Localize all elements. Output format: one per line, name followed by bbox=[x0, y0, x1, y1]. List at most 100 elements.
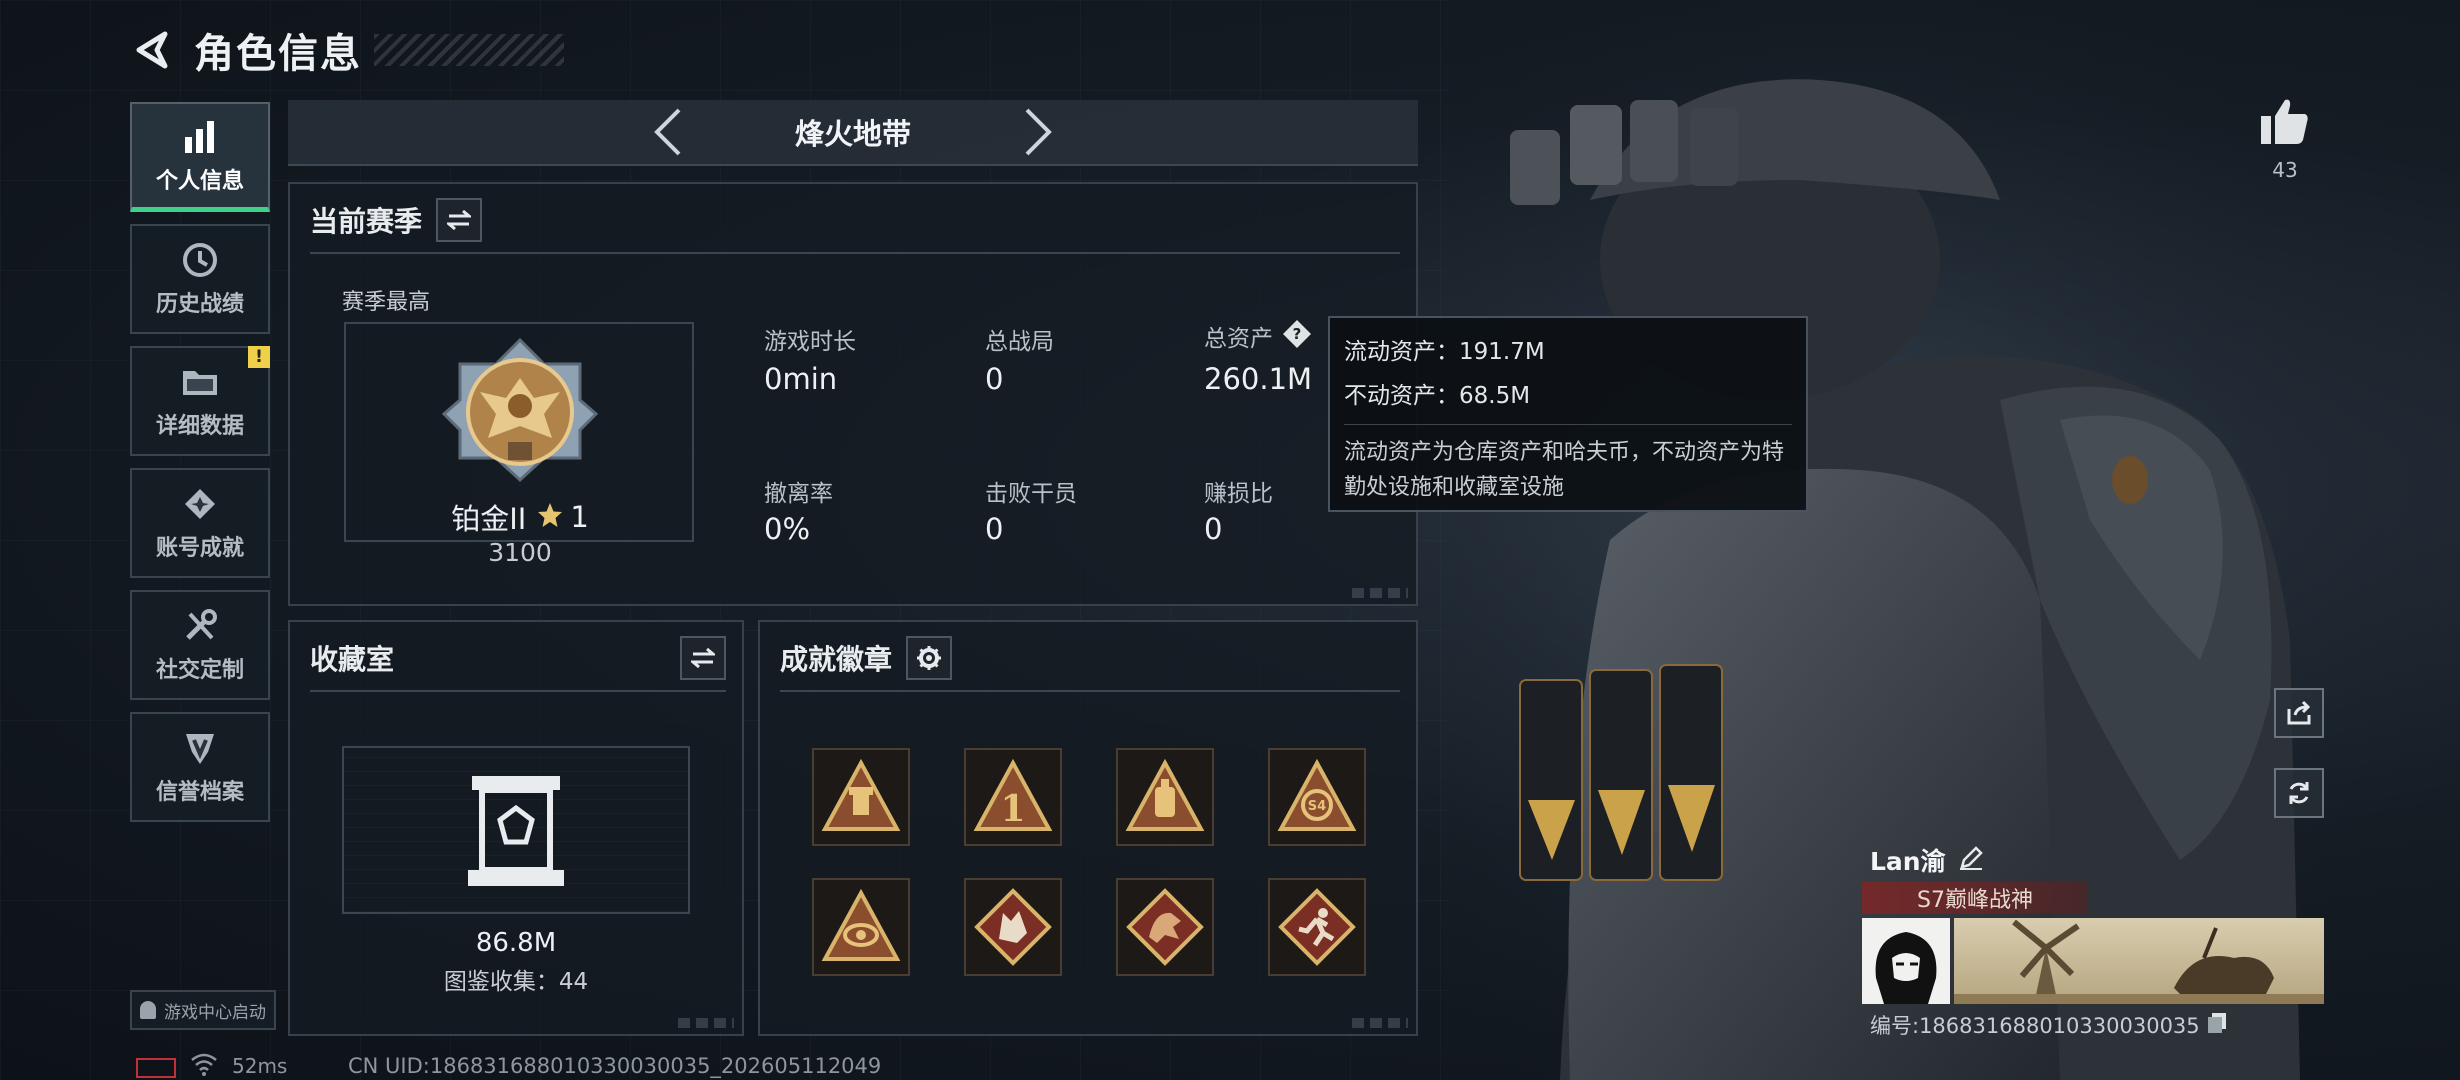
badges-settings-button[interactable] bbox=[906, 636, 953, 680]
mode-title: 烽火地带 bbox=[794, 117, 911, 151]
badge-s4-icon[interactable]: S4 bbox=[1268, 748, 1366, 846]
stat-label: 总战局 bbox=[985, 329, 1054, 355]
stat-label: 赚损比 bbox=[1204, 481, 1273, 507]
divider bbox=[310, 690, 726, 692]
swap-icon bbox=[691, 648, 715, 668]
copy-icon[interactable] bbox=[2206, 1011, 2228, 1039]
like-widget: 43 bbox=[2250, 96, 2320, 182]
sidebar-item-label: 账号成就 bbox=[155, 536, 244, 561]
sidebar-item-detailed-data[interactable]: ! 详细数据 bbox=[130, 346, 270, 456]
player-id: 编号:1868316880103300300​35 bbox=[1870, 1014, 2200, 1038]
rank-line: 铂金II 1 bbox=[440, 496, 600, 538]
name-card-banner[interactable] bbox=[1954, 918, 2324, 1004]
back-arrow-icon[interactable] bbox=[130, 27, 176, 73]
alert-badge: ! bbox=[248, 346, 270, 368]
badges-grid: 1 S4 bbox=[812, 748, 1366, 976]
badges-panel-title: 成就徽章 bbox=[780, 643, 893, 676]
player-name-row: Lan渝 bbox=[1870, 842, 1984, 878]
stat-label: 击败干员 bbox=[985, 481, 1077, 507]
refresh-icon bbox=[2289, 782, 2309, 804]
sidebar-item-personal-info[interactable]: 个人信息 bbox=[130, 102, 270, 212]
stat-value: 0min bbox=[764, 362, 838, 396]
sidebar-item-label: 信誉档案 bbox=[155, 780, 244, 805]
svg-text:?: ? bbox=[1293, 325, 1302, 343]
sidebar-item-reputation[interactable]: 信誉档案 bbox=[130, 712, 270, 822]
player-id-row: 编号:1868316880103300300​35 bbox=[1870, 1010, 2228, 1040]
page-title: 角色信息 bbox=[194, 31, 362, 77]
display-case-icon bbox=[468, 776, 564, 886]
game-center-launch-button[interactable]: 游戏中心启动 bbox=[130, 990, 276, 1030]
swap-icon bbox=[447, 210, 472, 230]
wifi-icon bbox=[190, 1052, 218, 1080]
player-name: Lan渝 bbox=[1870, 847, 1946, 876]
stat-value: 0% bbox=[764, 512, 811, 546]
stat-value: 0 bbox=[985, 362, 1004, 396]
divider bbox=[310, 252, 1400, 254]
season-panel-title: 当前赛季 bbox=[310, 205, 423, 238]
season-panel: 当前赛季 赛季最高 铂金II 1 3100 游戏时长 0min 总战局 0 总资… bbox=[288, 182, 1418, 606]
like-count: 43 bbox=[2272, 158, 2298, 182]
divider bbox=[780, 690, 1400, 692]
stat-label: 撤离率 bbox=[764, 481, 833, 507]
reputation-shield-icon bbox=[180, 728, 220, 768]
sidebar-item-achievements[interactable]: 账号成就 bbox=[130, 468, 270, 578]
avatar[interactable] bbox=[1862, 918, 1950, 1004]
rank-score: 3100 bbox=[488, 538, 552, 567]
season-best-label: 赛季最高 bbox=[342, 290, 431, 315]
svg-text:S4: S4 bbox=[1308, 799, 1326, 814]
mode-prev-chevron-icon[interactable] bbox=[638, 102, 698, 162]
windmill-knight-illustration bbox=[1954, 919, 2324, 1004]
badge-first-place-icon[interactable]: 1 bbox=[964, 748, 1062, 846]
sidebar-item-social-custom[interactable]: 社交定制 bbox=[130, 590, 270, 700]
corner-decoration bbox=[678, 1018, 734, 1028]
badge-eye-icon[interactable] bbox=[812, 878, 910, 976]
mode-next-chevron-icon[interactable] bbox=[1008, 102, 1068, 162]
rank-star-icon bbox=[536, 501, 564, 533]
title-stripe-decoration bbox=[374, 34, 564, 66]
stat-value: 0 bbox=[1204, 512, 1223, 546]
game-center-icon bbox=[140, 1001, 156, 1019]
history-clock-icon bbox=[180, 240, 220, 280]
game-center-label: 游戏中心启动 bbox=[164, 1002, 266, 1023]
ping-value: 52ms bbox=[232, 1054, 288, 1078]
thumbs-up-icon[interactable] bbox=[2259, 96, 2311, 150]
assets-tooltip: 流动资产：191.7M 不动资产：68.5M 流动资产为仓库资产和哈夫币，不动资… bbox=[1328, 316, 1808, 512]
stat-value: 0 bbox=[985, 512, 1004, 546]
refresh-button[interactable] bbox=[2274, 768, 2324, 818]
stat-label: 游戏时长 bbox=[764, 329, 856, 355]
collection-value: 86.8M bbox=[475, 928, 557, 958]
stat-label: 总资产 bbox=[1204, 326, 1273, 352]
player-title-tag: S7巅峰战神 bbox=[1862, 882, 2088, 914]
badge-dragon-icon[interactable] bbox=[1116, 878, 1214, 976]
client-uid: CN UID:186831688010330030035_20260511204… bbox=[348, 1054, 882, 1078]
collection-switch-button[interactable] bbox=[680, 636, 726, 680]
collection-panel-title: 收藏室 bbox=[310, 643, 395, 676]
edit-pencil-icon[interactable] bbox=[1958, 845, 1984, 875]
sidebar-item-label: 历史战绩 bbox=[155, 292, 244, 317]
svg-text:1: 1 bbox=[1000, 788, 1025, 830]
sidebar-item-label: 社交定制 bbox=[155, 658, 244, 683]
total-assets-label-group: 总资产 ? bbox=[1204, 318, 1313, 354]
rank-medal-platinum-icon bbox=[441, 337, 599, 483]
page-header: 角色信息 bbox=[130, 20, 564, 80]
stat-value: 260.1M bbox=[1204, 362, 1313, 396]
corner-decoration bbox=[1352, 1018, 1408, 1028]
badge-lantern-icon[interactable] bbox=[1116, 748, 1214, 846]
badge-wolf-icon[interactable] bbox=[964, 878, 1062, 976]
season-switch-button[interactable] bbox=[436, 198, 483, 242]
badge-trophy-icon[interactable] bbox=[812, 748, 910, 846]
sidebar-item-label: 个人信息 bbox=[155, 168, 244, 194]
tooltip-liquid-assets: 流动资产：191.7M bbox=[1344, 339, 1545, 365]
help-icon[interactable]: ? bbox=[1281, 318, 1313, 354]
sidebar-item-history[interactable]: 历史战绩 bbox=[130, 224, 270, 334]
sidebar: 个人信息 历史战绩 ! 详细数据 账号成就 社交定制 信誉档案 bbox=[130, 102, 270, 834]
badge-runner-icon[interactable] bbox=[1268, 878, 1366, 976]
tools-icon bbox=[180, 606, 220, 646]
corner-decoration bbox=[1352, 588, 1408, 598]
collection-catalog-count: 图鉴收集：44 bbox=[443, 969, 589, 995]
bar-chart-icon bbox=[180, 117, 220, 157]
share-button[interactable] bbox=[2274, 688, 2324, 738]
gear-icon bbox=[917, 646, 942, 670]
share-icon bbox=[2287, 700, 2311, 725]
battery-icon bbox=[136, 1058, 176, 1078]
